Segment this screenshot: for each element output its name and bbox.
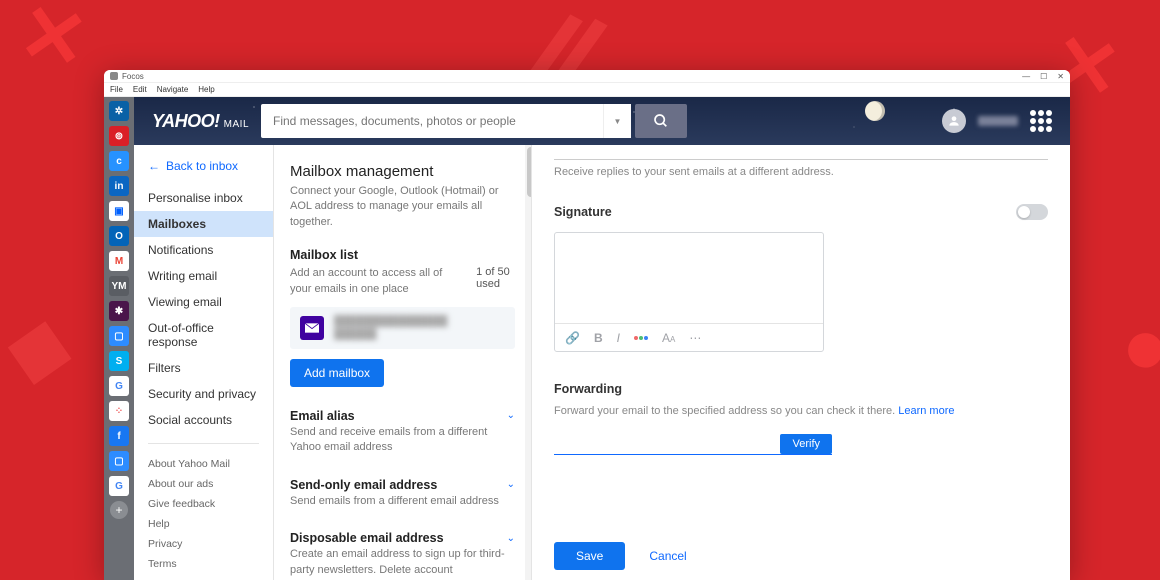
- section-disposable-email-address[interactable]: Disposable email address⌄Create an email…: [290, 531, 515, 578]
- app-window: Focos — ☐ ✕ File Edit Navigate Help ✲ ⊚ ci…: [104, 70, 1070, 580]
- username: [978, 116, 1018, 126]
- mailbox-list-title: Mailbox list: [290, 248, 358, 262]
- search-button[interactable]: [635, 104, 687, 138]
- dock-linkedin[interactable]: in: [109, 176, 129, 196]
- avatar[interactable]: [942, 109, 966, 133]
- nav-item-security-and-privacy[interactable]: Security and privacy: [134, 381, 273, 407]
- signature-editor[interactable]: 🔗 B I AA ⋯: [554, 232, 824, 352]
- dock-asana[interactable]: ⁘: [109, 401, 129, 421]
- mailbox-usage: 1 of 50 used: [476, 266, 515, 297]
- minimize-button[interactable]: —: [1022, 72, 1030, 81]
- chevron-down-icon: ⌄: [507, 410, 515, 421]
- nav-item-personalise-inbox[interactable]: Personalise inbox: [134, 185, 273, 211]
- dock-outlook[interactable]: O: [109, 226, 129, 246]
- bold-icon[interactable]: B: [594, 331, 603, 345]
- about-privacy[interactable]: Privacy: [134, 534, 273, 554]
- save-button[interactable]: Save: [554, 542, 625, 570]
- dock-zoom2[interactable]: ▢: [109, 451, 129, 471]
- dock-facebook[interactable]: f: [109, 426, 129, 446]
- middle-pane: Mailbox management Connect your Google, …: [274, 145, 532, 580]
- mail-header: YAHOO!MAIL ▼: [134, 97, 1070, 145]
- right-pane: Receive replies to your sent emails at a…: [532, 145, 1070, 580]
- about-about-yahoo-mail[interactable]: About Yahoo Mail: [134, 454, 273, 474]
- app-icon: [110, 72, 118, 80]
- search-input[interactable]: [261, 104, 603, 138]
- arrow-left-icon: ←: [148, 159, 160, 173]
- envelope-icon: [300, 316, 324, 340]
- forwarding-desc: Forward your email to the specified addr…: [554, 404, 1048, 420]
- nav-item-writing-email[interactable]: Writing email: [134, 263, 273, 289]
- menubar: File Edit Navigate Help: [104, 83, 1070, 97]
- apps-grid-icon[interactable]: [1030, 110, 1052, 132]
- maximize-button[interactable]: ☐: [1040, 72, 1047, 81]
- search-dropdown[interactable]: ▼: [603, 104, 631, 138]
- nav-item-notifications[interactable]: Notifications: [134, 237, 273, 263]
- app-dock: ✲⊚cin▣OMYM✱▢SG⁘f▢G+: [104, 97, 134, 580]
- dock-skype[interactable]: S: [109, 351, 129, 371]
- dock-gmail[interactable]: M: [109, 251, 129, 271]
- color-icon[interactable]: [634, 336, 648, 340]
- mailbox-list-sub: Add an account to access all of your ema…: [290, 266, 466, 297]
- dock-ym[interactable]: YM: [109, 276, 129, 296]
- brand-logo[interactable]: YAHOO!MAIL: [152, 111, 249, 132]
- learn-more-link[interactable]: Learn more: [898, 405, 954, 417]
- mailbox-card[interactable]: ██████████████████████: [290, 307, 515, 349]
- signature-toolbar: 🔗 B I AA ⋯: [555, 323, 823, 351]
- chevron-down-icon: ⌄: [507, 479, 515, 490]
- link-icon[interactable]: 🔗: [565, 331, 580, 345]
- reply-address-hint: Receive replies to your sent emails at a…: [554, 159, 1048, 178]
- about-about-our-ads[interactable]: About our ads: [134, 474, 273, 494]
- nav-item-mailboxes[interactable]: Mailboxes: [134, 211, 273, 237]
- titlebar: Focos — ☐ ✕: [104, 70, 1070, 83]
- signature-label: Signature: [554, 205, 612, 219]
- dock-pinwheel[interactable]: ✲: [109, 101, 129, 121]
- page-title: Mailbox management: [290, 163, 515, 180]
- nav-item-out-of-office-response[interactable]: Out-of-office response: [134, 315, 273, 355]
- forwarding-label: Forwarding: [554, 382, 622, 396]
- close-button[interactable]: ✕: [1057, 72, 1064, 81]
- section-email-alias[interactable]: Email alias⌄Send and receive emails from…: [290, 409, 515, 456]
- dock-slack[interactable]: ✱: [109, 301, 129, 321]
- chevron-down-icon: ⌄: [507, 533, 515, 544]
- section-send-only-email-address[interactable]: Send-only email address⌄Send emails from…: [290, 478, 515, 509]
- scrollbar[interactable]: [525, 145, 532, 580]
- dock-circle-c[interactable]: c: [109, 151, 129, 171]
- settings-nav: ← Back to inbox Personalise inboxMailbox…: [134, 145, 274, 580]
- verify-button[interactable]: Verify: [780, 434, 832, 454]
- menu-help[interactable]: Help: [198, 85, 214, 94]
- dock-google[interactable]: G: [109, 376, 129, 396]
- italic-icon[interactable]: I: [617, 331, 620, 345]
- dock-google2[interactable]: G: [109, 476, 129, 496]
- font-icon[interactable]: AA: [662, 331, 675, 345]
- window-title: Focos: [122, 72, 144, 81]
- dock-dropbox[interactable]: ▣: [109, 201, 129, 221]
- about-terms[interactable]: Terms: [134, 554, 273, 574]
- menu-file[interactable]: File: [110, 85, 123, 94]
- add-mailbox-button[interactable]: Add mailbox: [290, 359, 384, 387]
- dock-add-button[interactable]: +: [110, 501, 128, 519]
- dock-creativecloud[interactable]: ⊚: [109, 126, 129, 146]
- nav-item-social-accounts[interactable]: Social accounts: [134, 407, 273, 433]
- moon-icon: [865, 101, 885, 121]
- signature-toggle[interactable]: [1016, 204, 1048, 220]
- menu-navigate[interactable]: Navigate: [157, 85, 189, 94]
- dock-zoom[interactable]: ▢: [109, 326, 129, 346]
- nav-item-filters[interactable]: Filters: [134, 355, 273, 381]
- page-subtitle: Connect your Google, Outlook (Hotmail) o…: [290, 184, 515, 230]
- cancel-button[interactable]: Cancel: [649, 549, 686, 563]
- menu-edit[interactable]: Edit: [133, 85, 147, 94]
- more-icon[interactable]: ⋯: [689, 331, 701, 345]
- about-help[interactable]: Help: [134, 514, 273, 534]
- back-to-inbox[interactable]: ← Back to inbox: [134, 155, 273, 185]
- about-give-feedback[interactable]: Give feedback: [134, 494, 273, 514]
- nav-item-viewing-email[interactable]: Viewing email: [134, 289, 273, 315]
